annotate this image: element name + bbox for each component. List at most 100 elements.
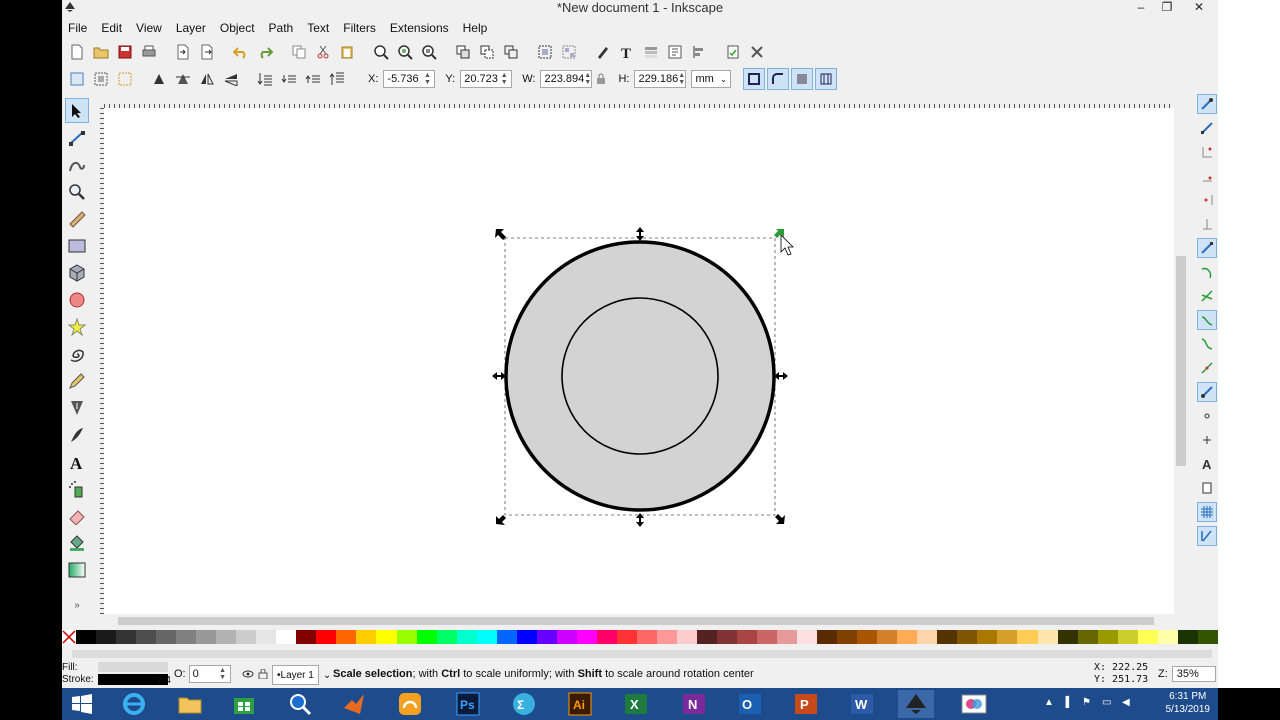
color-swatch[interactable] (96, 630, 117, 644)
handle-top-left[interactable] (495, 229, 506, 240)
paint-icon[interactable] (956, 690, 992, 718)
color-swatch[interactable] (696, 630, 717, 644)
color-swatch[interactable] (957, 630, 978, 644)
color-swatch[interactable] (456, 630, 477, 644)
save-icon[interactable] (114, 41, 136, 63)
menu-edit[interactable]: Edit (101, 21, 122, 35)
inkscape-task-icon[interactable] (898, 690, 934, 718)
deselect-icon[interactable] (114, 68, 136, 90)
import-icon[interactable] (172, 41, 194, 63)
color-swatch[interactable] (616, 630, 637, 644)
pen-tool-icon[interactable] (65, 395, 89, 420)
duplicate-icon[interactable] (452, 41, 474, 63)
color-swatch[interactable] (1177, 630, 1198, 644)
text-tool-icon[interactable]: A (65, 449, 89, 474)
group-icon[interactable] (534, 41, 556, 63)
color-swatch[interactable] (596, 630, 617, 644)
expand-toolbox-icon[interactable]: » (65, 598, 89, 612)
snap-bbox-edge-icon[interactable] (1197, 142, 1217, 162)
color-swatch[interactable] (236, 630, 257, 644)
outlook-icon[interactable]: O (732, 690, 768, 718)
select-tool-icon[interactable] (65, 98, 89, 123)
spin-arrows-icon[interactable]: ▲ ▼ (500, 72, 508, 86)
spin-arrows-icon[interactable]: ▲ ▼ (423, 72, 431, 86)
color-swatch[interactable] (136, 630, 157, 644)
snap-bbox-center-icon[interactable] (1197, 214, 1217, 234)
color-swatch[interactable] (977, 630, 998, 644)
chevron-down-icon[interactable]: ⌄ (323, 670, 331, 681)
zoom-tool-icon[interactable] (65, 179, 89, 204)
pencil-tool-icon[interactable] (65, 368, 89, 393)
color-swatch[interactable] (156, 630, 177, 644)
photoshop-icon[interactable]: Ps (450, 690, 486, 718)
menu-extensions[interactable]: Extensions (390, 21, 449, 35)
snap-others-icon[interactable] (1197, 382, 1217, 402)
close-button[interactable]: ✕ (1186, 0, 1212, 16)
battery-icon[interactable]: ▭ (1102, 697, 1111, 708)
3dbox-tool-icon[interactable] (65, 260, 89, 285)
color-swatch[interactable] (536, 630, 557, 644)
color-swatch[interactable] (516, 630, 537, 644)
snap-text-baseline-icon[interactable]: A (1197, 454, 1217, 474)
redo-icon[interactable] (254, 41, 276, 63)
color-swatch[interactable] (316, 630, 337, 644)
menu-path[interactable]: Path (269, 21, 294, 35)
eraser-tool-icon[interactable] (65, 503, 89, 528)
w-spinbox[interactable]: 223.894 ▲ ▼ (540, 70, 593, 88)
color-swatch[interactable] (636, 630, 657, 644)
star-tool-icon[interactable] (65, 314, 89, 339)
illustrator-icon[interactable]: Ai (562, 690, 598, 718)
color-swatch[interactable] (997, 630, 1018, 644)
color-swatch[interactable] (937, 630, 958, 644)
color-swatch[interactable] (1157, 630, 1178, 644)
copy-icon[interactable] (288, 41, 310, 63)
unlink-clone-icon[interactable] (500, 41, 522, 63)
rotate-ccw-icon[interactable] (148, 68, 170, 90)
menu-layer[interactable]: Layer (176, 21, 206, 35)
color-swatch[interactable] (256, 630, 277, 644)
color-swatch[interactable] (1137, 630, 1158, 644)
snap-intersection-icon[interactable] (1197, 286, 1217, 306)
canvas-svg[interactable] (104, 108, 1174, 614)
handle-right[interactable] (774, 372, 788, 380)
horizontal-ruler[interactable] (104, 96, 1176, 108)
volume-icon[interactable]: ◀ (1122, 697, 1130, 708)
network-icon[interactable]: ▐ (1062, 697, 1069, 708)
snap-grids-icon[interactable] (1197, 502, 1217, 522)
raise-to-top-icon[interactable] (326, 68, 348, 90)
color-swatch[interactable] (917, 630, 938, 644)
snap-bbox-icon[interactable] (1197, 118, 1217, 138)
color-swatch[interactable] (116, 630, 137, 644)
open-icon[interactable] (90, 41, 112, 63)
measure-tool-icon[interactable] (65, 206, 89, 231)
eye-icon[interactable] (242, 669, 254, 682)
color-swatch[interactable] (1017, 630, 1038, 644)
snap-path-icon[interactable] (1197, 262, 1217, 282)
snap-bbox-midpoint-icon[interactable] (1197, 190, 1217, 210)
new-document-icon[interactable] (66, 41, 88, 63)
spiral-tool-icon[interactable] (65, 341, 89, 366)
fill-stroke-icon[interactable] (592, 41, 614, 63)
color-swatch[interactable] (476, 630, 497, 644)
clone-icon[interactable] (476, 41, 498, 63)
snap-guides-icon[interactable] (1197, 526, 1217, 546)
zoom-drawing-icon[interactable] (394, 41, 416, 63)
powerpoint-icon[interactable]: P (788, 690, 824, 718)
color-swatch[interactable] (436, 630, 457, 644)
unit-select[interactable]: mm ⌄ (691, 70, 732, 88)
matlab-icon[interactable] (336, 690, 372, 718)
x-spinbox[interactable]: -5.736 ▲ ▼ (383, 70, 436, 88)
color-swatch[interactable] (196, 630, 217, 644)
move-patterns-icon[interactable] (815, 68, 838, 90)
color-swatch[interactable] (757, 630, 778, 644)
word-icon[interactable]: W (844, 690, 880, 718)
spin-arrows-icon[interactable]: ▲ ▼ (584, 72, 591, 86)
lower-icon[interactable] (278, 68, 300, 90)
ie-icon[interactable] (116, 690, 152, 718)
color-swatch[interactable] (656, 630, 677, 644)
onenote-icon[interactable]: N (676, 690, 712, 718)
zoom-field[interactable]: 35% (1171, 666, 1216, 682)
vertical-scrollbar[interactable] (1174, 96, 1188, 614)
color-swatch[interactable] (717, 630, 738, 644)
color-swatch[interactable] (777, 630, 798, 644)
